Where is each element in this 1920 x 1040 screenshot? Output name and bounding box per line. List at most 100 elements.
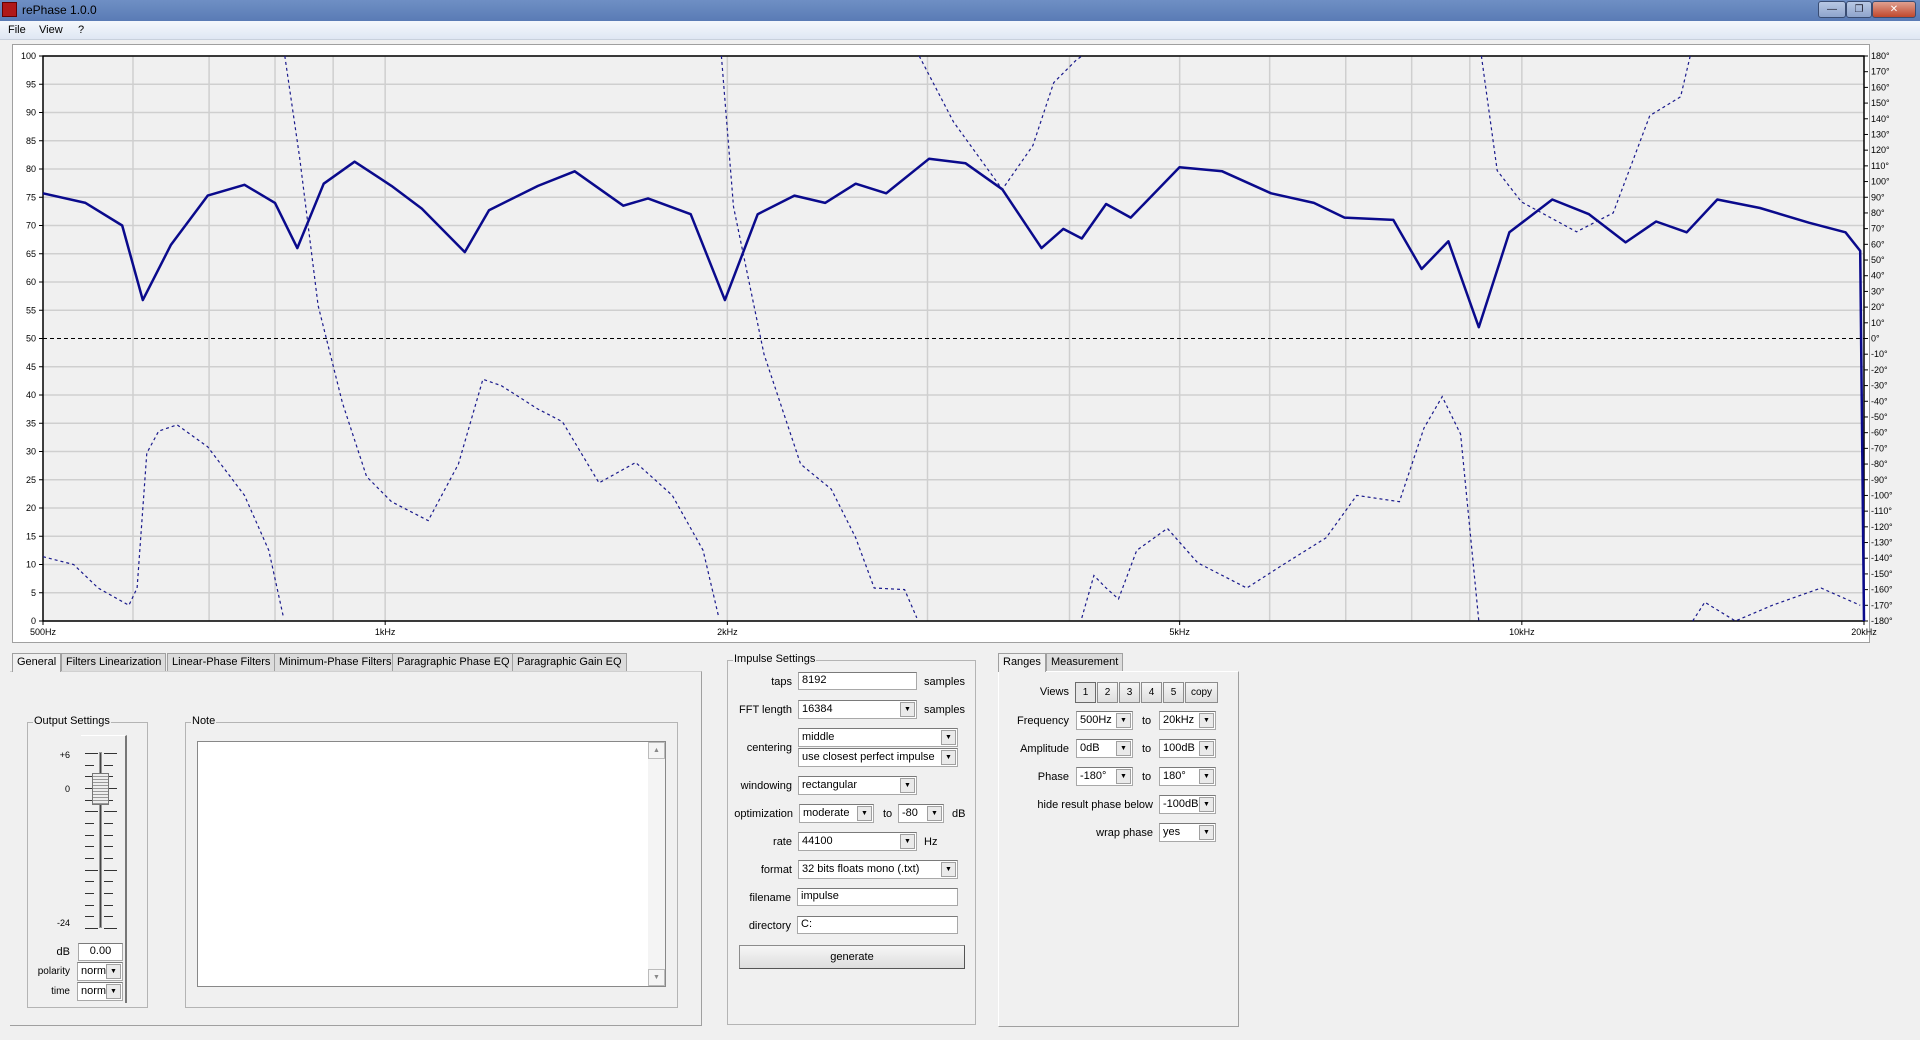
time-select[interactable]: norm ▼ [77,982,123,1001]
fft-length-select[interactable]: 16384 ▼ [798,700,917,719]
dropdown-arrow-icon: ▼ [1199,797,1214,812]
gain-slider-thumb[interactable] [92,772,109,805]
rate-unit: Hz [924,836,938,848]
phase-to-value: 180° [1163,770,1186,782]
y2-tick-label: 20° [1871,302,1885,312]
slider-tick [85,753,98,754]
rate-label: rate [773,836,792,848]
frequency-to-value: 20kHz [1163,714,1195,726]
hide-phase-select[interactable]: -100dB ▼ [1159,795,1216,814]
note-textarea[interactable]: ▲ ▼ [197,741,666,987]
db-label: dB [56,946,70,958]
filename-input[interactable]: impulse [797,888,958,906]
dropdown-arrow-icon: ▼ [1116,769,1131,784]
y-tick-label: 70 [26,221,36,231]
copy-view-button[interactable]: copy [1185,682,1218,703]
view-5-button[interactable]: 5 [1163,682,1184,703]
y-tick-label: 50 [26,334,36,344]
centering-mode-select[interactable]: use closest perfect impulse ▼ [798,748,958,767]
directory-input[interactable]: C: [797,916,958,934]
tab-paragraphic-gain-eq[interactable]: Paragraphic Gain EQ [512,653,627,671]
y2-tick-label: -50° [1871,412,1888,422]
optimization-level-select[interactable]: -80 ▼ [898,804,944,823]
y-tick-label: 95 [26,79,36,89]
phase-from-value: -180° [1080,770,1107,782]
y2-tick-label: -70° [1871,443,1888,453]
amplitude-from-select[interactable]: 0dB ▼ [1076,739,1133,758]
y-tick-label: 80 [26,164,36,174]
polarity-label: polarity [37,966,70,977]
scroll-down-icon[interactable]: ▼ [648,969,665,986]
y2-tick-label: 10° [1871,318,1885,328]
phase-to-select[interactable]: 180° ▼ [1159,767,1216,786]
x-tick-label: 10kHz [1509,627,1535,637]
y2-tick-label: 100° [1871,177,1890,187]
y2-tick-label: -180° [1871,616,1893,626]
y2-tick-label: -170° [1871,600,1893,610]
slider-tick [104,764,113,766]
tab-ranges[interactable]: Ranges [998,653,1046,672]
view-2-button[interactable]: 2 [1097,682,1118,703]
dropdown-arrow-icon: ▼ [1116,713,1131,728]
slider-tick [104,811,117,813]
tab-general[interactable]: General [12,653,62,672]
y2-tick-label: 80° [1871,208,1885,218]
wrap-phase-select[interactable]: yes ▼ [1159,823,1216,842]
view-1-button[interactable]: 1 [1075,682,1096,703]
tab-paragraphic-phase-eq[interactable]: Paragraphic Phase EQ [392,653,515,671]
slider-tick [85,904,94,906]
slider-tick [104,928,117,929]
optimization-select[interactable]: moderate ▼ [799,804,874,823]
response-chart[interactable]: 0 5 10 15 20 25 30 35 40 45 50 55 60 65 70 75 80 85 90 95 10… [0,0,1920,650]
dropdown-arrow-icon: ▼ [900,702,915,717]
note-scrollbar[interactable]: ▲ ▼ [648,742,665,986]
taps-input[interactable]: 8192 [798,672,917,690]
amplitude-to-select[interactable]: 100dB ▼ [1159,739,1216,758]
y2-tick-label: 30° [1871,286,1885,296]
slider-tick [104,834,113,836]
y-tick-label: 100 [21,51,36,61]
y-tick-label: 75 [26,192,36,202]
dropdown-arrow-icon: ▼ [106,964,121,979]
slider-label-zero: 0 [64,784,70,794]
dropdown-arrow-icon: ▼ [941,750,956,765]
windowing-value: rectangular [802,779,858,791]
slider-tick [104,904,113,906]
frequency-from-select[interactable]: 500Hz ▼ [1076,711,1133,730]
gain-db-input[interactable]: 0.00 [78,943,123,961]
tab-filters-linearization[interactable]: Filters Linearization [61,653,167,671]
frequency-to-select[interactable]: 20kHz ▼ [1159,711,1216,730]
tab-linear-phase-filters[interactable]: Linear-Phase Filters [167,653,276,671]
tab-measurement[interactable]: Measurement [1046,653,1124,671]
phase-from-select[interactable]: -180° ▼ [1076,767,1133,786]
y2-tick-label: -120° [1871,522,1893,532]
rate-select[interactable]: 44100 ▼ [798,832,917,851]
scroll-up-icon[interactable]: ▲ [648,742,665,759]
tab-minimum-phase-filters[interactable]: Minimum-Phase Filters [274,653,397,671]
frequency-from-value: 500Hz [1080,714,1112,726]
y-tick-label: 30 [26,447,36,457]
view-3-button[interactable]: 3 [1119,682,1140,703]
amplitude-from-value: 0dB [1080,742,1100,754]
slider-tick [85,916,94,918]
phase-to-label: to [1142,771,1152,783]
generate-button[interactable]: generate [739,945,965,969]
y2-tick-label: -160° [1871,585,1893,595]
y-tick-label: 5 [31,588,36,598]
y-tick-label: 85 [26,136,36,146]
phase-label: Phase [1037,771,1069,783]
fft-length-unit: samples [924,704,965,716]
rate-value: 44100 [802,835,833,847]
slider-tick [85,846,94,848]
windowing-select[interactable]: rectangular ▼ [798,776,917,795]
centering-select[interactable]: middle ▼ [798,728,958,747]
view-4-button[interactable]: 4 [1141,682,1162,703]
slider-tick [85,928,98,929]
format-select[interactable]: 32 bits floats mono (.txt) ▼ [798,860,958,879]
output-settings-title: Output Settings [33,715,111,727]
x-tick-label: 20kHz [1851,627,1877,637]
y2-tick-label: 140° [1871,114,1890,124]
polarity-select[interactable]: norm ▼ [77,962,123,981]
x-tick-label: 5kHz [1169,627,1190,637]
slider-tick [85,893,94,894]
